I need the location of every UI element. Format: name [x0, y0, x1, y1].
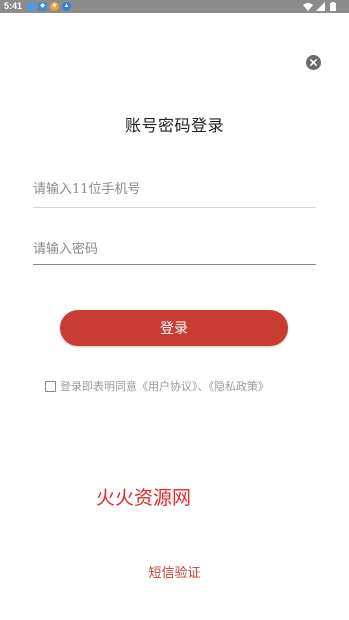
login-button[interactable]: 登录	[60, 310, 288, 346]
notification-icon: ▲	[62, 2, 71, 11]
user-agreement-link[interactable]: 《用户协议》	[137, 380, 198, 393]
notification-icon: ★	[50, 2, 59, 11]
agreement-row: 登录即表明同意《用户协议》、《隐私政策》	[45, 378, 269, 394]
page-title: 账号密码登录	[124, 116, 224, 135]
phone-input-underline	[33, 207, 316, 208]
close-icon	[310, 59, 317, 66]
watermark: 火火资源网	[96, 487, 192, 509]
sms-verification-link[interactable]: 短信验证	[0, 562, 349, 581]
password-input-underline	[33, 264, 316, 265]
notification-icon: ◆	[38, 2, 47, 11]
status-bar: 5:41 ◆ ★ ▲	[0, 0, 349, 13]
agreement-separator: 、	[197, 380, 209, 393]
privacy-policy-link[interactable]: 《隐私政策》	[209, 380, 270, 393]
agreement-prefix: 登录即表明同意	[60, 380, 137, 393]
agreement-text: 登录即表明同意《用户协议》、《隐私政策》	[60, 378, 269, 394]
close-button[interactable]	[306, 55, 321, 70]
agreement-checkbox[interactable]	[45, 380, 56, 392]
phone-input[interactable]	[33, 174, 316, 204]
password-input[interactable]	[33, 234, 316, 264]
notification-dot-icon	[27, 2, 36, 11]
battery-icon	[330, 2, 336, 11]
status-time: 5:41	[4, 1, 23, 11]
wifi-icon	[303, 3, 313, 11]
signal-icon	[316, 2, 325, 11]
login-button-label: 登录	[160, 321, 188, 337]
